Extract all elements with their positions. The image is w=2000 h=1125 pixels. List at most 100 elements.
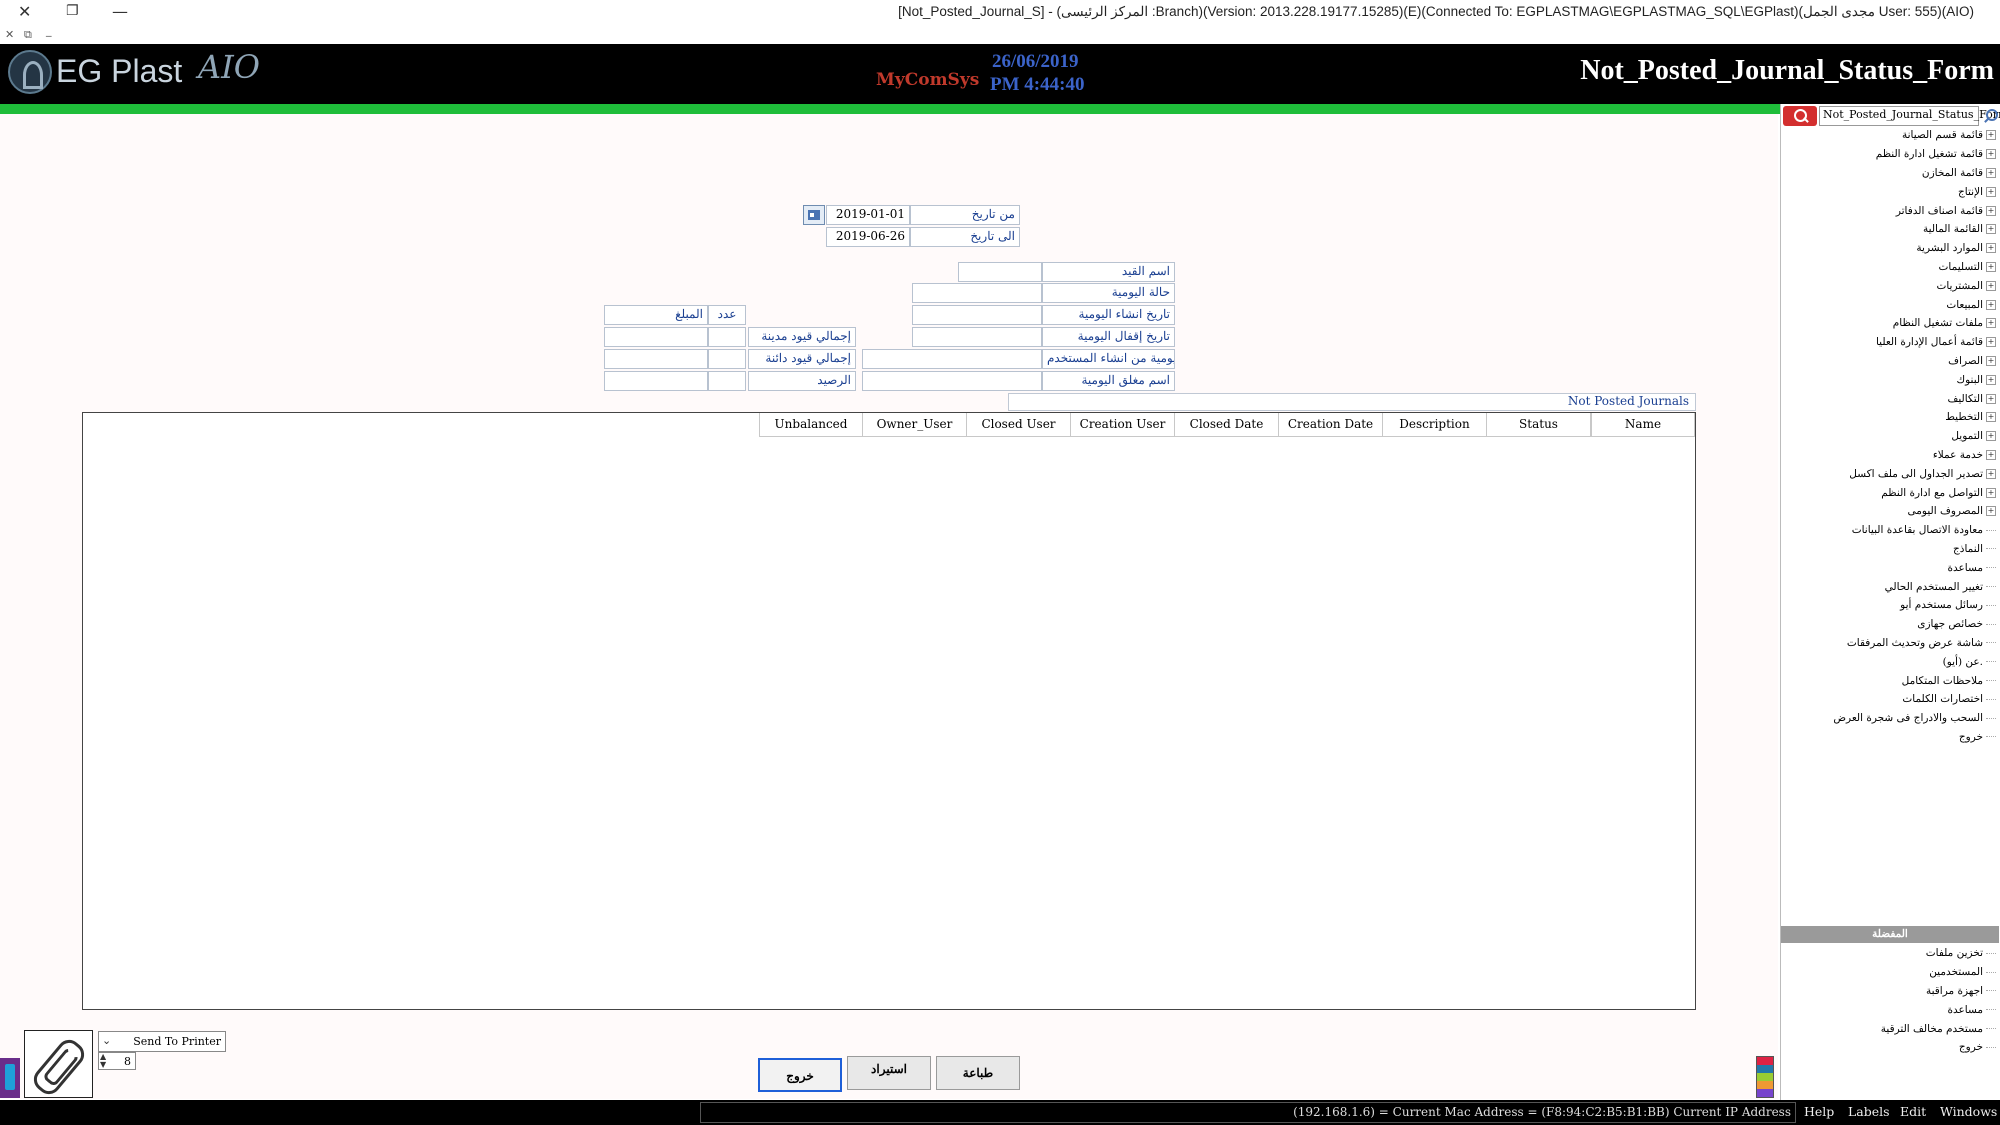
to-date-field[interactable]: 2019-06-26 (826, 227, 910, 247)
menu-windows[interactable]: Windows (1940, 1104, 1997, 1119)
tree-item[interactable]: + الصراف (1782, 352, 2000, 371)
tree-item[interactable]: + المصروف اليومى (1782, 502, 2000, 521)
debit-count-field[interactable] (708, 327, 746, 347)
tree-item[interactable]: معاودة الاتصال بقاعدة البيانات (1782, 521, 2000, 540)
tree-item[interactable]: مساعدة (1782, 558, 2000, 577)
menu-help[interactable]: Help (1804, 1104, 1834, 1119)
grid-column-header[interactable]: Closed User (967, 413, 1071, 437)
tree-item[interactable]: + التكاليف (1782, 389, 2000, 408)
print-button[interactable]: طباعة (936, 1056, 1020, 1090)
tree-item[interactable]: + المشتريات (1782, 276, 2000, 295)
expand-icon[interactable]: + (1986, 355, 1996, 366)
tree-item[interactable]: + قائمة أعمال الإدارة العليا (1782, 333, 2000, 352)
grid-column-header[interactable]: Status (1487, 413, 1591, 437)
tree-item[interactable]: عن (أيو). (1782, 652, 2000, 671)
tree-item[interactable]: خروج (1782, 728, 2000, 747)
tree-item[interactable]: شاشة عرض وتحديث المرفقات (1782, 634, 2000, 653)
expand-icon[interactable]: + (1986, 261, 1996, 272)
tree-item[interactable]: تخزين ملفات (1782, 944, 2000, 963)
tree-item[interactable]: + قائمة اصناف الدفاتر (1782, 201, 2000, 220)
tree-item[interactable]: + الإنتاج (1782, 182, 2000, 201)
expand-icon[interactable]: + (1986, 280, 1996, 291)
tree-item[interactable]: + التسليمات (1782, 258, 2000, 277)
tree-item[interactable]: خروج (1782, 1038, 2000, 1057)
mdi-restore-icon[interactable]: ⧉ (24, 28, 32, 42)
journals-grid[interactable]: Name Status Description Creation Date Cl… (82, 412, 1696, 1010)
import-button[interactable]: استيراد (847, 1056, 931, 1090)
tree-item[interactable]: + ملفات تشغيل النظام (1782, 314, 2000, 333)
tree-item[interactable]: رسائل مستخدم أيو (1782, 596, 2000, 615)
paperclip-icon[interactable] (24, 1030, 93, 1098)
expand-icon[interactable]: + (1986, 167, 1996, 178)
tree-item[interactable]: تغيير المستخدم الحالي (1782, 577, 2000, 596)
expand-icon[interactable]: + (1986, 337, 1996, 348)
restore-window-icon[interactable]: ❐ (66, 3, 79, 19)
search-icon[interactable] (1783, 106, 1817, 126)
creation-date-field[interactable] (912, 305, 1042, 325)
mdi-close-icon[interactable]: ✕ (5, 28, 14, 41)
print-mode-select[interactable]: ⌄ Send To Printer (98, 1031, 226, 1052)
tree-item[interactable]: خصائص جهازى (1782, 615, 2000, 634)
expand-icon[interactable]: + (1986, 299, 1996, 310)
tree-item[interactable]: + قائمة قسم الصيانة (1782, 126, 2000, 145)
balance-count-field[interactable] (708, 371, 746, 391)
tree-item[interactable]: مستخدم مخالف الترقية (1782, 1019, 2000, 1038)
menu-edit[interactable]: Edit (1900, 1104, 1926, 1119)
expand-icon[interactable]: + (1986, 506, 1996, 517)
grid-column-header[interactable]: Description (1383, 413, 1487, 437)
closing-date-field[interactable] (912, 327, 1042, 347)
tree-item[interactable]: + خدمة عملاء (1782, 446, 2000, 465)
tree-item[interactable]: + الموارد البشرية (1782, 239, 2000, 258)
mdi-minimize-icon[interactable]: _ (46, 24, 52, 37)
tree-item[interactable]: مساعدة (1782, 1000, 2000, 1019)
tree-item[interactable]: النماذج (1782, 540, 2000, 559)
expand-icon[interactable]: + (1986, 431, 1996, 442)
tree-item[interactable]: ملاحظات المتكامل (1782, 671, 2000, 690)
grid-column-header[interactable]: Creation Date (1279, 413, 1383, 437)
expand-icon[interactable]: + (1986, 449, 1996, 460)
tree-item[interactable]: + البنوك (1782, 370, 2000, 389)
expand-icon[interactable]: + (1986, 487, 1996, 498)
tree-item[interactable]: اجهزة مراقبة (1782, 982, 2000, 1001)
stepper-arrows-icon[interactable]: ▲ ▼ (100, 1053, 106, 1069)
expand-icon[interactable]: + (1986, 205, 1996, 216)
debit-amount-field[interactable] (604, 327, 708, 347)
tree-item[interactable]: + القائمة المالية (1782, 220, 2000, 239)
menu-search-input[interactable]: Not_Posted_Journal_Status_Form (1819, 106, 2000, 126)
calendar-icon[interactable] (803, 205, 825, 225)
tree-item[interactable]: السحب والادراج فى شجرة العرض (1782, 709, 2000, 728)
pin-icon[interactable] (0, 1058, 20, 1098)
grid-column-header[interactable]: Creation User (1071, 413, 1175, 437)
search-go-icon[interactable] (1981, 107, 1999, 125)
tree-item[interactable]: + قائمة تشغيل ادارة النظم (1782, 145, 2000, 164)
credit-amount-field[interactable] (604, 349, 708, 369)
tree-item[interactable]: المستخدمين (1782, 963, 2000, 982)
grid-column-header[interactable]: Unbalanced (759, 413, 863, 437)
tree-item[interactable]: + تصدير الجداول الى ملف اكسل (1782, 464, 2000, 483)
from-date-field[interactable]: 2019-01-01 (826, 205, 910, 225)
balance-amount-field[interactable] (604, 371, 708, 391)
expand-icon[interactable]: + (1986, 130, 1996, 141)
tree-item[interactable]: + المبيعات (1782, 295, 2000, 314)
expand-icon[interactable]: + (1986, 224, 1996, 235)
minimize-window-icon[interactable]: — (112, 2, 128, 21)
menu-labels[interactable]: Labels (1848, 1104, 1890, 1119)
journal-status-field[interactable] (912, 283, 1042, 303)
grid-column-header[interactable]: Owner_User (863, 413, 967, 437)
tree-item[interactable]: + التخطيط (1782, 408, 2000, 427)
copies-stepper[interactable]: ▲ ▼ 8 (98, 1052, 136, 1070)
expand-icon[interactable]: + (1986, 468, 1996, 479)
tree-item[interactable]: + التواصل مع ادارة النظم (1782, 483, 2000, 502)
created-by-field[interactable] (862, 349, 1042, 369)
credit-count-field[interactable] (708, 349, 746, 369)
expand-icon[interactable]: + (1986, 393, 1996, 404)
closed-by-field[interactable] (862, 371, 1042, 391)
close-window-icon[interactable]: ✕ (18, 2, 31, 21)
tree-item[interactable]: + قائمة المخازن (1782, 164, 2000, 183)
expand-icon[interactable]: + (1986, 318, 1996, 329)
tree-item[interactable]: + التمويل (1782, 427, 2000, 446)
tree-item[interactable]: اختصارات الكلمات (1782, 690, 2000, 709)
expand-icon[interactable]: + (1986, 186, 1996, 197)
grid-column-header[interactable]: Closed Date (1175, 413, 1279, 437)
expand-icon[interactable]: + (1986, 149, 1996, 160)
